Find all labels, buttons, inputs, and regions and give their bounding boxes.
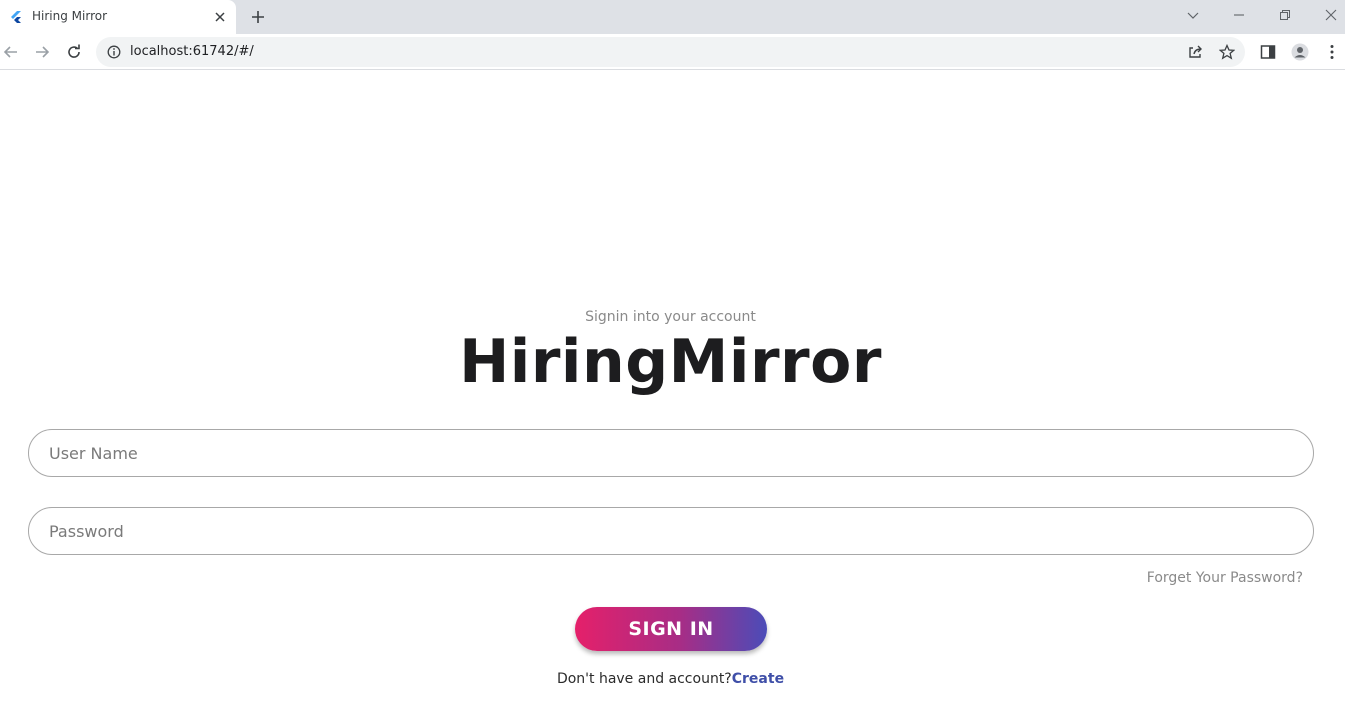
browser-toolbar: localhost:61742/#/ — [0, 34, 1345, 70]
minimize-icon[interactable] — [1232, 8, 1246, 22]
password-input[interactable] — [28, 507, 1314, 555]
share-icon[interactable] — [1187, 44, 1203, 60]
restore-icon[interactable] — [1278, 8, 1292, 22]
address-bar[interactable]: localhost:61742/#/ — [96, 37, 1245, 67]
url-text[interactable]: localhost:61742/#/ — [130, 44, 254, 59]
page-title: HiringMirror — [459, 327, 882, 397]
forgot-password-link[interactable]: Forget Your Password? — [1147, 570, 1303, 586]
username-input[interactable] — [28, 429, 1314, 477]
back-icon[interactable] — [3, 44, 19, 60]
login-page: Signin into your account HiringMirror Fo… — [0, 71, 1345, 728]
sign-in-button[interactable]: SIGN IN — [575, 607, 767, 651]
close-icon[interactable] — [213, 10, 227, 24]
forward-icon[interactable] — [34, 44, 50, 60]
window-close-icon[interactable] — [1324, 8, 1338, 22]
info-icon[interactable] — [107, 45, 121, 59]
no-account-text: Don't have and account? — [556, 671, 732, 687]
flutter-icon — [11, 11, 21, 23]
signin-subtitle: Signin into your account — [585, 309, 756, 325]
side-panel-icon[interactable] — [1259, 43, 1277, 61]
tab-title: Hiring Mirror — [32, 9, 108, 23]
chevron-down-icon[interactable] — [1186, 8, 1200, 22]
profile-icon[interactable] — [1291, 43, 1309, 61]
tab-strip: Hiring Mirror — [0, 0, 1345, 34]
star-icon[interactable] — [1219, 44, 1235, 60]
browser-tab[interactable]: Hiring Mirror — [0, 0, 236, 34]
create-account-line: Don't have and account?Create — [0, 671, 1341, 687]
plus-icon[interactable] — [250, 9, 266, 25]
create-account-link[interactable]: Create — [732, 671, 784, 687]
menu-icon[interactable] — [1323, 43, 1341, 61]
reload-icon[interactable] — [66, 44, 82, 60]
